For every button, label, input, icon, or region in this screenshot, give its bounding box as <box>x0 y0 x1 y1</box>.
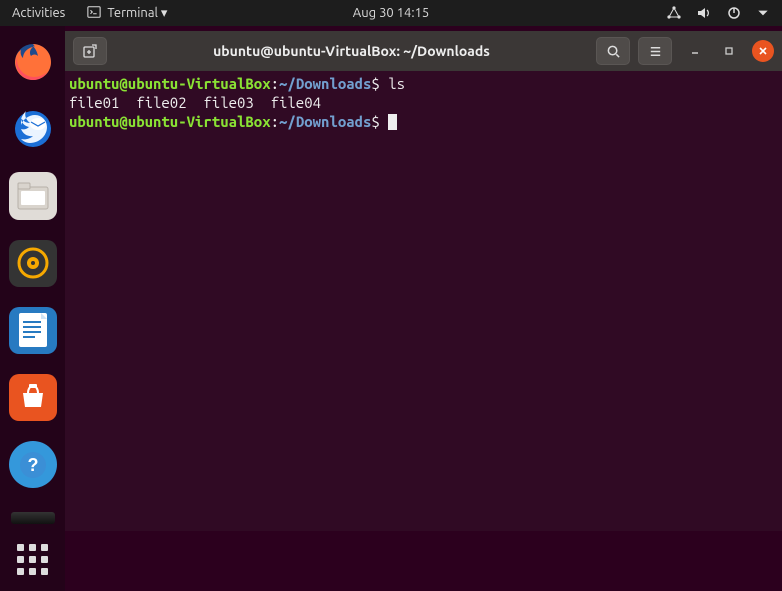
dock-ubuntu-software-icon[interactable] <box>9 374 57 421</box>
cursor <box>388 114 397 130</box>
dock-rhythmbox-icon[interactable] <box>9 240 57 287</box>
network-icon[interactable] <box>666 5 682 21</box>
activities-label: Activities <box>12 6 65 20</box>
clock[interactable]: Aug 30 14:15 <box>353 6 430 20</box>
app-menu-label: Terminal ▾ <box>107 6 167 21</box>
show-applications-button[interactable] <box>17 544 48 575</box>
top-panel: Activities Terminal ▾ Aug 30 14:15 <box>0 0 782 26</box>
prompt-separator: : <box>271 75 279 92</box>
system-menu-chevron-icon[interactable] <box>756 6 770 20</box>
prompt-separator: : <box>271 113 279 130</box>
prompt-dollar: $ <box>371 75 388 92</box>
terminal-line: ubuntu@ubuntu-VirtualBox:~/Downloads$ <box>69 113 778 132</box>
dock-libreoffice-writer-icon[interactable] <box>9 307 57 354</box>
activities-button[interactable]: Activities <box>12 6 65 20</box>
svg-text:?: ? <box>27 455 38 475</box>
launcher-dock: ? <box>0 26 65 591</box>
volume-icon[interactable] <box>696 5 712 21</box>
dock-files-icon[interactable] <box>9 172 57 219</box>
close-button[interactable] <box>752 40 774 62</box>
terminal-icon <box>87 5 101 22</box>
dock-firefox-icon[interactable] <box>9 38 57 85</box>
terminal-line: file01 file02 file03 file04 <box>69 94 778 113</box>
prompt-path: ~/Downloads <box>279 113 371 130</box>
terminal-line: ubuntu@ubuntu-VirtualBox:~/Downloads$ ls <box>69 75 778 94</box>
clock-label: Aug 30 14:15 <box>353 6 430 20</box>
maximize-button[interactable] <box>718 40 740 62</box>
window-title: ubuntu@ubuntu-VirtualBox: ~/Downloads <box>115 43 588 59</box>
prompt-user: ubuntu@ubuntu-VirtualBox <box>69 113 271 130</box>
new-tab-button[interactable] <box>73 37 107 65</box>
dock-thunderbird-icon[interactable] <box>9 105 57 152</box>
hamburger-menu-button[interactable] <box>638 37 672 65</box>
app-menu[interactable]: Terminal ▾ <box>87 5 167 22</box>
terminal-content[interactable]: ubuntu@ubuntu-VirtualBox:~/Downloads$ ls… <box>65 71 782 531</box>
command-text: ls <box>388 75 405 92</box>
prompt-user: ubuntu@ubuntu-VirtualBox <box>69 75 271 92</box>
prompt-dollar: $ <box>371 113 388 130</box>
terminal-window: ubuntu@ubuntu-VirtualBox: ~/Downloads ub… <box>65 31 782 531</box>
terminal-titlebar: ubuntu@ubuntu-VirtualBox: ~/Downloads <box>65 31 782 71</box>
power-icon[interactable] <box>726 5 742 21</box>
prompt-path: ~/Downloads <box>279 75 371 92</box>
dock-separator <box>11 512 55 524</box>
dock-help-icon[interactable]: ? <box>9 441 57 488</box>
search-button[interactable] <box>596 37 630 65</box>
minimize-button[interactable] <box>684 40 706 62</box>
